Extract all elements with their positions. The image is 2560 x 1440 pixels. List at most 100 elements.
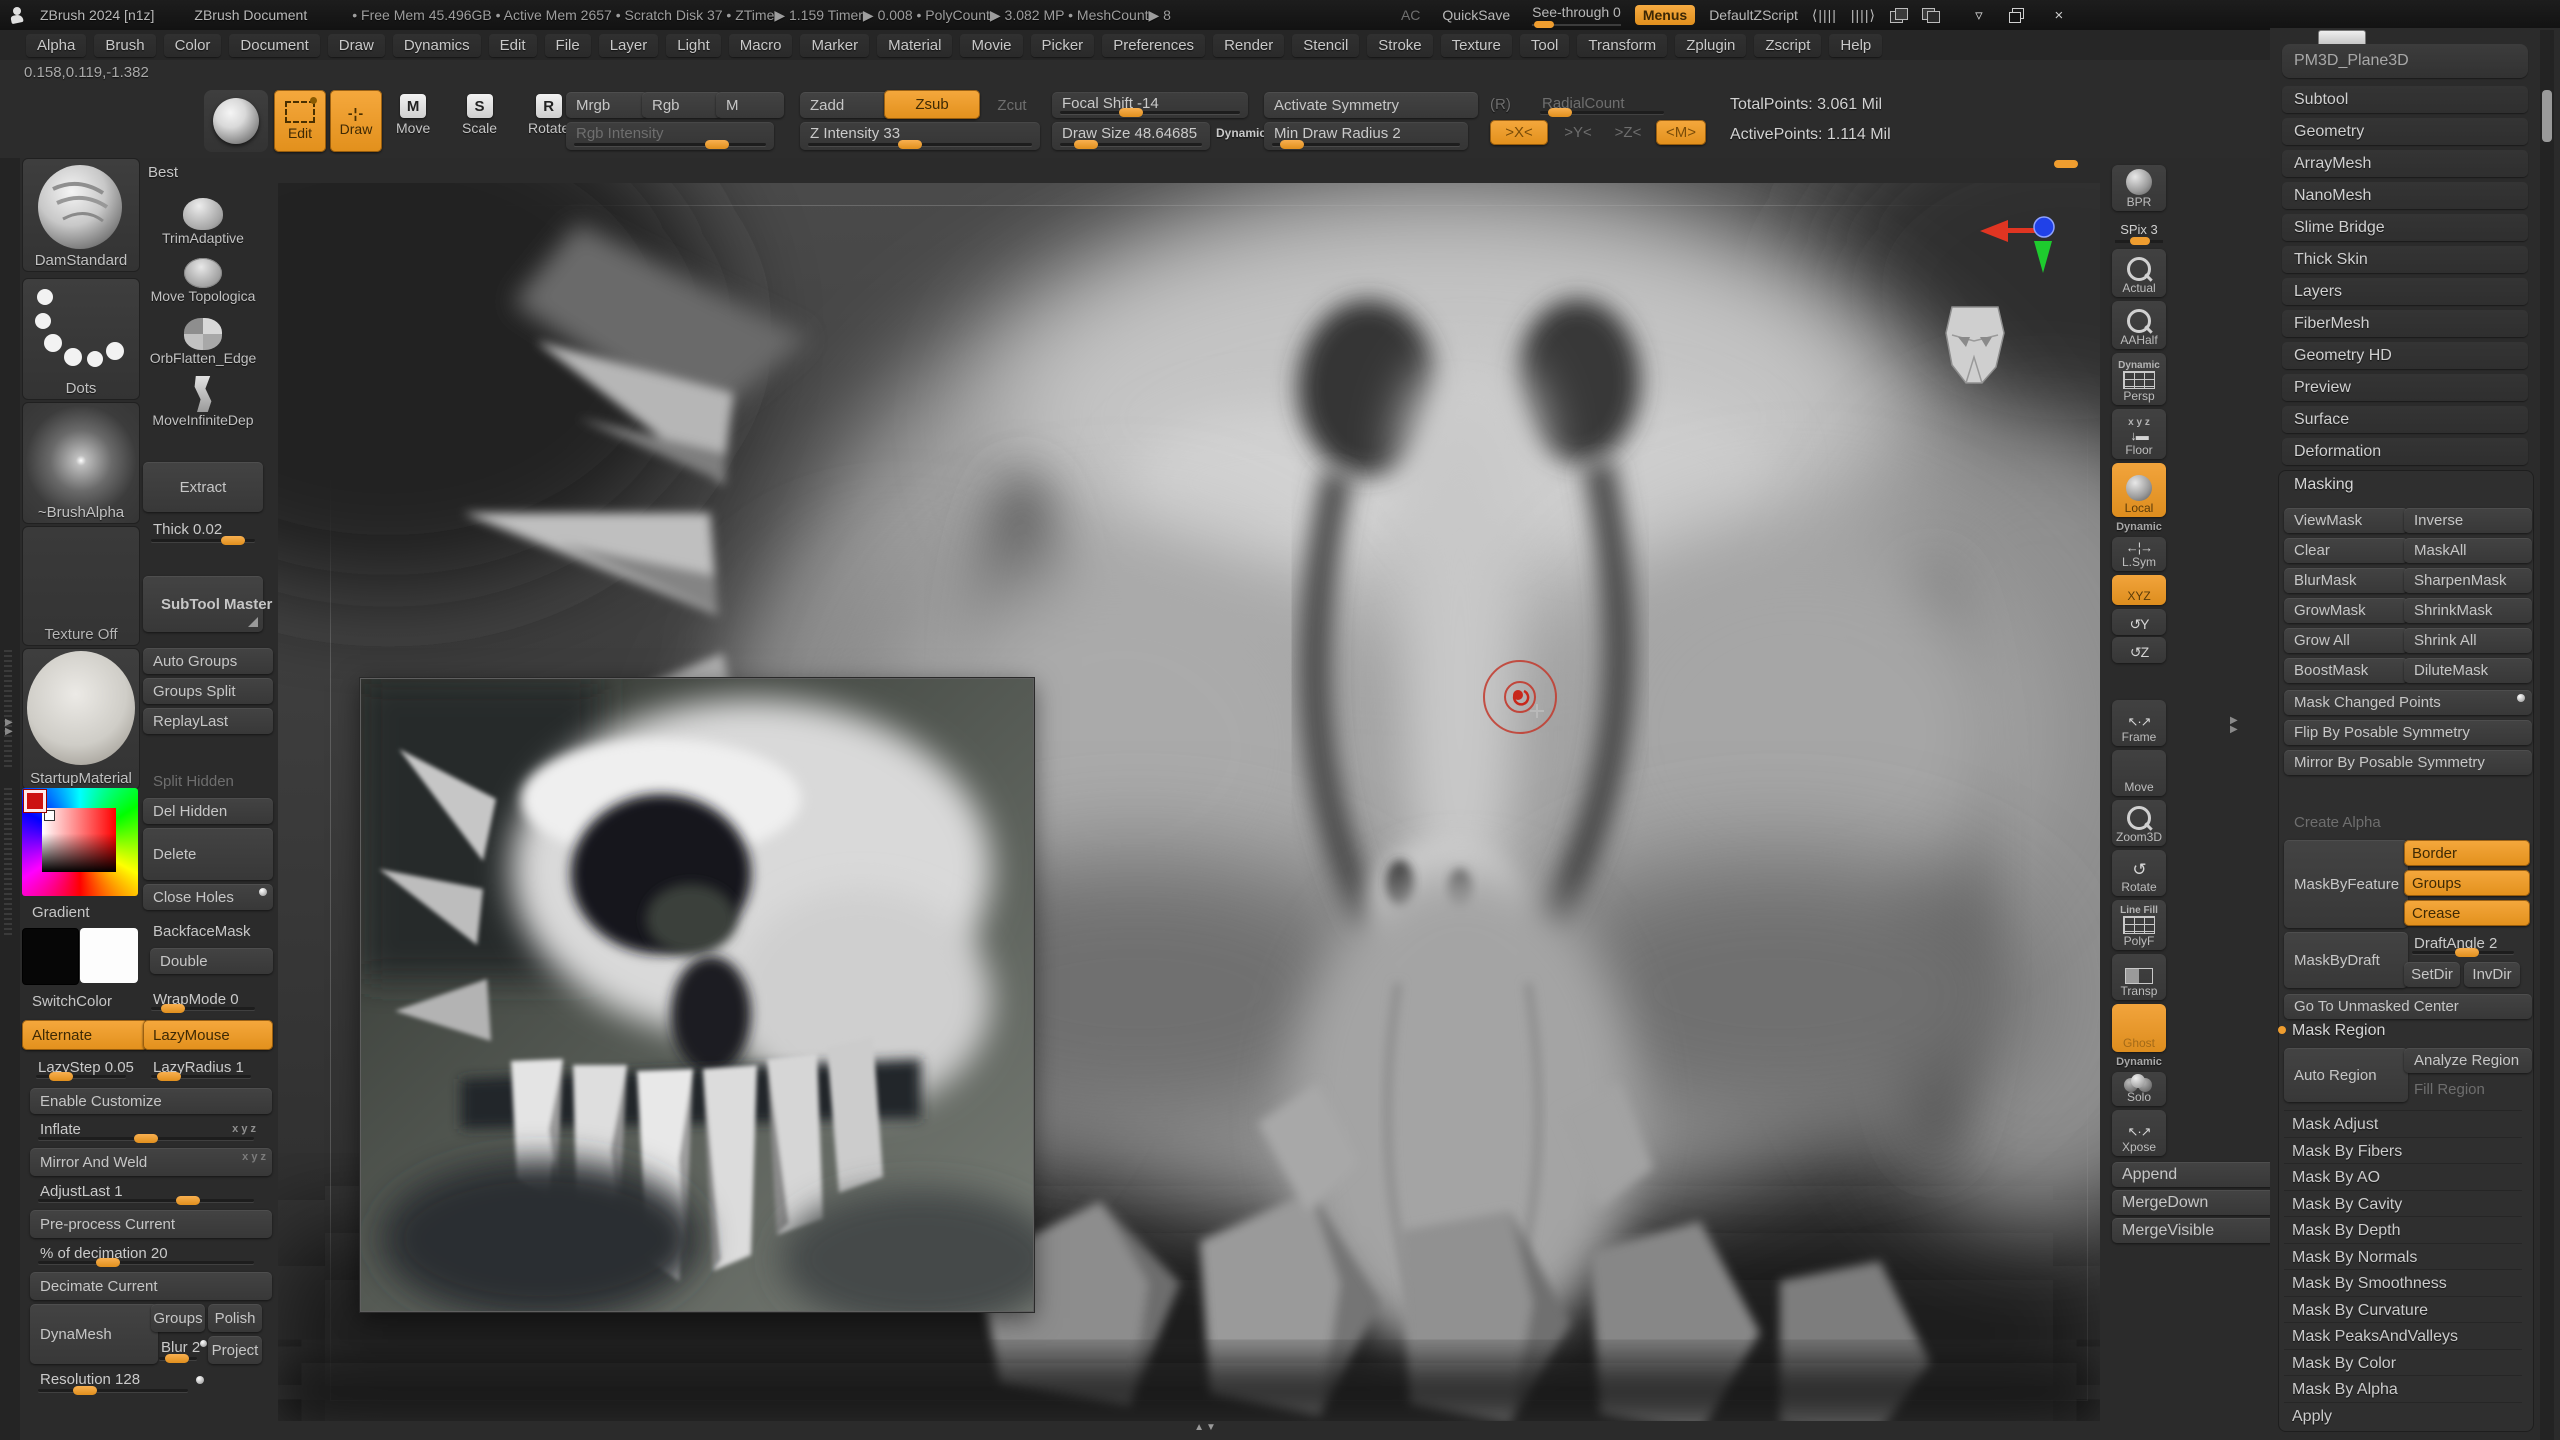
menu-picker[interactable]: Picker — [1031, 34, 1095, 57]
color-picker[interactable] — [22, 788, 138, 896]
default-zscript-button[interactable]: DefaultZScript — [1709, 7, 1798, 23]
texture-tile[interactable]: Texture Off — [22, 526, 140, 646]
mask-clear-button[interactable]: Clear — [2284, 538, 2408, 563]
decimate-current-button[interactable]: Decimate Current — [30, 1272, 272, 1300]
menu-movie[interactable]: Movie — [960, 34, 1022, 57]
shelf-local-button[interactable]: Local — [2112, 463, 2166, 517]
mirror-axis-toggles[interactable]: x y z — [242, 1151, 266, 1163]
inflate-axis-toggles[interactable]: x y z — [232, 1123, 256, 1135]
thick-slider[interactable]: Thick 0.02 — [143, 518, 263, 546]
mask-list-mask-by-curvature[interactable]: Mask By Curvature — [2284, 1296, 2522, 1325]
timeline-toggle-arrows[interactable]: ▲▼ — [1176, 1422, 1236, 1433]
mask-inverse-button[interactable]: Inverse — [2404, 508, 2532, 533]
lazy-mouse-button[interactable]: LazyMouse — [143, 1020, 273, 1050]
scale-button[interactable]: SScale — [462, 94, 497, 136]
create-alpha-button[interactable]: Create Alpha — [2284, 810, 2532, 834]
canvas-scroll-marker[interactable] — [2054, 160, 2078, 168]
delete-button[interactable]: Delete — [143, 828, 273, 880]
menu-document[interactable]: Document — [229, 34, 319, 57]
current-material-preview[interactable] — [204, 90, 268, 152]
backface-mask-button[interactable]: BackfaceMask — [143, 918, 273, 944]
dynamesh-polish-button[interactable]: Polish — [208, 1304, 262, 1332]
lazy-radius-slider[interactable]: LazyRadius 1 — [143, 1056, 259, 1082]
rgb-button[interactable]: Rgb — [642, 92, 722, 118]
menu-tool[interactable]: Tool — [1520, 34, 1570, 57]
masking-header[interactable]: Masking — [2294, 476, 2354, 494]
mask-sharpenmask-button[interactable]: SharpenMask — [2404, 568, 2532, 593]
menu-zscript[interactable]: Zscript — [1754, 34, 1821, 57]
subtool-master-button[interactable]: SubTool Master — [143, 576, 263, 632]
material-tile[interactable]: StartupMaterial — [22, 648, 140, 790]
fill-region-button[interactable]: Fill Region — [2404, 1077, 2532, 1102]
shelf-move-button[interactable]: Move — [2112, 750, 2166, 796]
shelf-persp-button[interactable]: DynamicPersp — [2112, 353, 2166, 405]
mask-grow-all-button[interactable]: Grow All — [2284, 628, 2408, 653]
menu-help[interactable]: Help — [1829, 34, 1882, 57]
recent-brush-orb-flatten[interactable]: OrbFlatten_Edge — [142, 318, 264, 366]
z-intensity-slider[interactable]: Z Intensity 33 — [800, 122, 1040, 150]
mask-blurmask-button[interactable]: BlurMask — [2284, 568, 2408, 593]
mirror-and-weld-button[interactable]: Mirror And Weld x y z — [30, 1148, 272, 1176]
feature-border-button[interactable]: Border — [2404, 840, 2530, 866]
shelf-rotZ-button[interactable]: ↺Z — [2112, 637, 2166, 663]
shelf-ghost-button[interactable]: Ghost — [2112, 1004, 2166, 1052]
dynamesh-groups-button[interactable]: Groups — [151, 1304, 205, 1332]
current-tool-button[interactable]: PM3D_Plane3D — [2282, 44, 2528, 78]
mask-list-mask-by-normals[interactable]: Mask By Normals — [2284, 1243, 2522, 1272]
edit-button[interactable]: Edit — [274, 90, 326, 152]
current-brush-tile[interactable]: DamStandard — [22, 158, 140, 272]
section-preview[interactable]: Preview — [2282, 374, 2528, 401]
dynamesh-button[interactable]: DynaMesh — [30, 1304, 158, 1364]
mask-maskall-button[interactable]: MaskAll — [2404, 538, 2532, 563]
section-deformation[interactable]: Deformation — [2282, 438, 2528, 465]
recent-brush-trim-adaptive[interactable]: TrimAdaptive — [142, 198, 264, 246]
menu-layer[interactable]: Layer — [599, 34, 659, 57]
copy-layout-icon[interactable] — [1890, 8, 1908, 22]
draft-angle-slider[interactable]: DraftAngle 2 — [2404, 932, 2522, 958]
symmetry-z-button[interactable]: >Z< — [1606, 120, 1650, 145]
sculpt-canvas[interactable] — [278, 183, 2100, 1421]
menus-button[interactable]: Menus — [1635, 5, 1695, 25]
shelf-rotY-button[interactable]: ↺Y — [2112, 609, 2166, 635]
saturation-square[interactable] — [42, 808, 116, 872]
left-tray-divider[interactable]: ▶▶ — [0, 158, 20, 1440]
shelf-merge-down-button[interactable]: MergeDown — [2112, 1190, 2278, 1215]
shelf-floor-button[interactable]: x y z↓▬Floor — [2112, 409, 2166, 459]
m-button[interactable]: M — [716, 92, 784, 118]
right-scrollbar[interactable] — [2540, 30, 2554, 1440]
min-draw-radius-slider[interactable]: Min Draw Radius 2 — [1264, 122, 1468, 150]
restore-button[interactable] — [2008, 8, 2030, 22]
section-thick-skin[interactable]: Thick Skin — [2282, 246, 2528, 273]
paste-layout-icon[interactable] — [1922, 8, 1940, 22]
mask-list-mask-by-ao[interactable]: Mask By AO — [2284, 1163, 2522, 1192]
del-hidden-button[interactable]: Del Hidden — [143, 798, 273, 824]
mask-growmask-button[interactable]: GrowMask — [2284, 598, 2408, 623]
auto-groups-button[interactable]: Auto Groups — [143, 648, 273, 674]
menu-dynamics[interactable]: Dynamics — [393, 34, 481, 57]
section-geometry[interactable]: Geometry — [2282, 118, 2528, 145]
alpha-tile[interactable]: ~BrushAlpha — [22, 402, 140, 524]
close-holes-button[interactable]: Close Holes — [143, 884, 273, 910]
stroke-tile[interactable]: Dots — [22, 278, 140, 400]
gradient-toggle[interactable]: Gradient — [22, 900, 148, 924]
close-button[interactable]: × — [2044, 7, 2074, 24]
mask-dilutemask-button[interactable]: DiluteMask — [2404, 658, 2532, 683]
menu-edit[interactable]: Edit — [489, 34, 537, 57]
scrollbar-thumb[interactable] — [2542, 90, 2552, 142]
mask-list-mask-by-color[interactable]: Mask By Color — [2284, 1349, 2522, 1378]
recent-brush-move-infinite[interactable]: MoveInfiniteDep — [142, 376, 264, 428]
mask-list-mask-by-cavity[interactable]: Mask By Cavity — [2284, 1190, 2522, 1219]
draw-size-slider[interactable]: Draw Size 48.64685 — [1052, 122, 1210, 150]
shelf-xpose-button[interactable]: ↖·↗Xpose — [2112, 1110, 2166, 1156]
mask-list-apply[interactable]: Apply — [2284, 1402, 2522, 1431]
mask-list-mask-adjust[interactable]: Mask Adjust — [2284, 1110, 2522, 1139]
shelf-xyz-button[interactable]: XYZ — [2112, 575, 2166, 605]
mirror-posable-symmetry-button[interactable]: Mirror By Posable Symmetry — [2284, 750, 2532, 775]
shelf-lsym-button[interactable]: ←¦→L.Sym — [2112, 537, 2166, 571]
menu-draw[interactable]: Draw — [328, 34, 385, 57]
menu-texture[interactable]: Texture — [1441, 34, 1512, 57]
tray-expand-icon[interactable]: ▶▶ — [5, 718, 13, 736]
menu-light[interactable]: Light — [666, 34, 721, 57]
mask-viewmask-button[interactable]: ViewMask — [2284, 508, 2408, 533]
menu-zplugin[interactable]: Zplugin — [1675, 34, 1746, 57]
